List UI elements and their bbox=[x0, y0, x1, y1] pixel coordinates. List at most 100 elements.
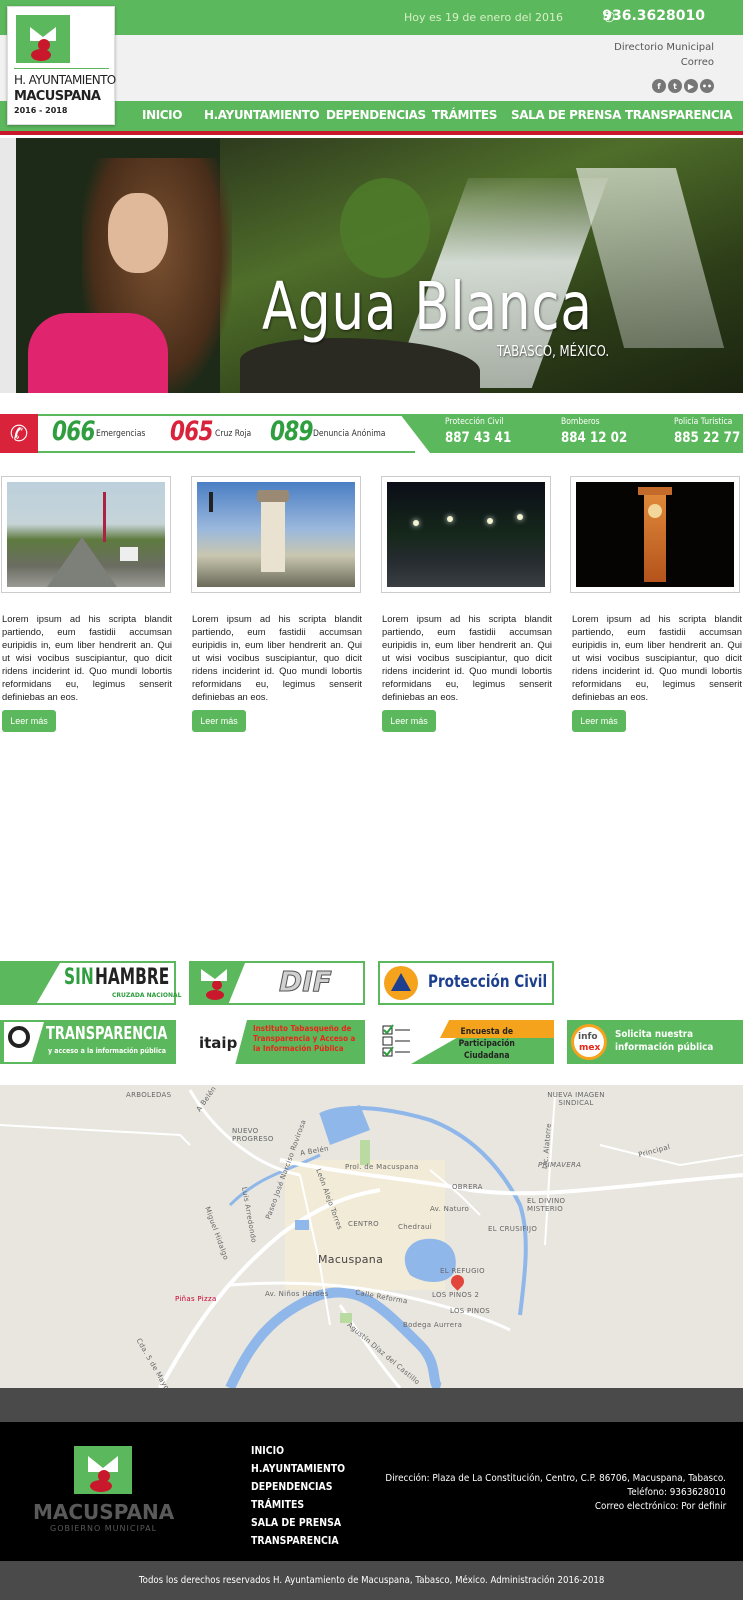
card-image-4[interactable] bbox=[570, 476, 740, 593]
footer-brand-sub: GOBIERNO MUNICIPAL bbox=[50, 1524, 158, 1533]
footer-nav-dependencias[interactable]: DEPENDENCIAS bbox=[251, 1480, 333, 1493]
banner-infomex[interactable]: info mex Solicita nuestra información pú… bbox=[567, 1020, 743, 1064]
map-label-nueva-imagen: NUEVA IMAGEN SINDICAL bbox=[547, 1091, 605, 1107]
nav-transparencia[interactable]: TRANSPARENCIA bbox=[625, 108, 733, 122]
hero-banner[interactable]: Agua Blanca TABASCO, MÉXICO. bbox=[0, 138, 743, 393]
sinhambre-sub: CRUZADA NACIONAL bbox=[112, 992, 182, 999]
site-logo[interactable]: H. AYUNTAMIENTO MACUSPANA 2016 - 2018 bbox=[7, 6, 116, 125]
read-more-button-1[interactable]: Leer más bbox=[2, 710, 56, 732]
map-label-av-naturo: Av. Naturo bbox=[430, 1205, 470, 1213]
nav-ayuntamiento[interactable]: H.AYUNTAMIENTO bbox=[204, 108, 320, 122]
map-label-divino-misterio: EL DIVINO MISTERIO bbox=[527, 1197, 566, 1213]
map-label-chedraui: Chedraui bbox=[398, 1223, 433, 1231]
map-label-obrera: OBRERA bbox=[452, 1183, 483, 1191]
card-text-4: Lorem ipsum ad his scripta blandit parti… bbox=[572, 613, 742, 702]
emergency-numbers-bar: ✆ 066 Emergencias 065 Cruz Roja 089 Denu… bbox=[0, 414, 743, 453]
read-more-button-4[interactable]: Leer más bbox=[572, 710, 626, 732]
flickr-icon[interactable]: •• bbox=[700, 79, 714, 93]
map-label-los-pinos: LOS PINOS bbox=[450, 1307, 491, 1315]
dif-logo-icon bbox=[191, 963, 245, 1003]
footer-email: Correo electrónico: Por definir bbox=[594, 1501, 726, 1512]
service-phone-bomberos[interactable]: 884 12 02 bbox=[561, 430, 627, 446]
header-phone[interactable]: 936.3628010 bbox=[602, 8, 705, 24]
footer-nav-transparencia[interactable]: TRANSPARENCIA bbox=[251, 1534, 339, 1547]
card-text-2: Lorem ipsum ad his scripta blandit parti… bbox=[192, 613, 362, 702]
spoon-fork-icon bbox=[2, 963, 60, 1003]
banner-sin-hambre[interactable]: SIN HAMBRE CRUZADA NACIONAL bbox=[0, 961, 182, 1005]
card-image-2[interactable] bbox=[191, 476, 361, 593]
emergency-number-065[interactable]: 065 bbox=[170, 416, 214, 447]
hero-person-face bbox=[108, 193, 168, 273]
map-label-arboledas: ARBOLEDAS bbox=[126, 1091, 172, 1099]
map-label-el-crusifijo: EL CRUSIFIJO bbox=[488, 1225, 538, 1233]
footer-nav-ayuntamiento[interactable]: H.AYUNTAMIENTO bbox=[251, 1462, 345, 1475]
location-map[interactable]: ARBOLEDAS NUEVA IMAGEN SINDICAL A Belén … bbox=[0, 1085, 743, 1388]
infomex-logo-icon: info mex bbox=[571, 1024, 607, 1060]
facebook-icon[interactable]: f bbox=[652, 79, 666, 93]
banner-encuesta[interactable]: Encuesta de Participación Ciudadana bbox=[378, 1020, 554, 1064]
sinhambre-sin: SIN bbox=[64, 965, 94, 990]
footer-brand: MACUSPANA bbox=[33, 1500, 175, 1524]
service-name-proteccion: Protección Civil bbox=[445, 417, 504, 427]
phone-icon: ✆ bbox=[0, 414, 38, 453]
dif-text: DIF bbox=[279, 965, 333, 999]
infomex-logo-info: info bbox=[578, 1032, 598, 1042]
footer-nav-sala-de-prensa[interactable]: SALA DE PRENSA bbox=[251, 1516, 341, 1529]
transparencia-title: TRANSPARENCIA bbox=[46, 1023, 168, 1044]
infomex-logo-mex: mex bbox=[579, 1043, 601, 1053]
logo-divider bbox=[14, 68, 109, 69]
service-name-policia: Policía Turística bbox=[674, 417, 733, 427]
read-more-button-3[interactable]: Leer más bbox=[382, 710, 436, 732]
card-text-3: Lorem ipsum ad his scripta blandit parti… bbox=[382, 613, 552, 702]
directorio-link[interactable]: Directorio Municipal bbox=[614, 42, 714, 53]
map-label-nuevo-progreso: NUEVO PROGRESO bbox=[232, 1127, 274, 1143]
emergency-number-089[interactable]: 089 bbox=[270, 416, 314, 447]
hero-title: Agua Blanca bbox=[262, 268, 593, 345]
nav-sala-de-prensa[interactable]: SALA DE PRENSA bbox=[511, 108, 621, 122]
copyright-text: Todos los derechos reservados H. Ayuntam… bbox=[138, 1575, 605, 1586]
map-label-av-ninos-heroes: Av. Niños Héroes bbox=[265, 1290, 329, 1298]
logo-line-3: 2016 - 2018 bbox=[14, 106, 68, 115]
banner-dif[interactable]: DIF bbox=[189, 961, 365, 1005]
footer-nav-tramites[interactable]: TRÁMITES bbox=[251, 1498, 304, 1511]
footer-address: Dirección: Plaza de La Constitución, Cen… bbox=[385, 1473, 726, 1484]
emergency-number-066[interactable]: 066 bbox=[52, 416, 96, 447]
service-phone-policia[interactable]: 885 22 77 bbox=[674, 430, 740, 446]
banner-itaip[interactable]: itaip Instituto Tabasqueño de Transparen… bbox=[189, 1020, 365, 1064]
banner-proteccion-civil[interactable]: Protección Civil bbox=[378, 961, 554, 1005]
map-label-bodega-aurrera: Bodega Aurrera bbox=[403, 1321, 463, 1329]
service-name-bomberos: Bomberos bbox=[561, 417, 600, 427]
site-footer: MACUSPANA GOBIERNO MUNICIPAL INICIO H.AY… bbox=[0, 1422, 743, 1561]
current-date: Hoy es 19 de enero del 2016 bbox=[403, 11, 563, 24]
footer-logo-icon bbox=[74, 1446, 132, 1494]
header-accent-line bbox=[0, 131, 743, 135]
card-image-1[interactable] bbox=[1, 476, 171, 593]
map-label-el-refugio: EL REFUGIO bbox=[440, 1267, 485, 1275]
youtube-icon[interactable]: ▶ bbox=[684, 79, 698, 93]
nav-dependencias[interactable]: DEPENDENCIAS bbox=[326, 108, 426, 122]
footer-phone: Teléfono: 9363628010 bbox=[627, 1487, 726, 1498]
map-label-pinas-pizza: Piñas Pizza bbox=[175, 1295, 217, 1303]
card-image-3[interactable] bbox=[381, 476, 551, 593]
service-phone-proteccion[interactable]: 887 43 41 bbox=[445, 430, 511, 446]
itaip-logo: itaip bbox=[199, 1034, 238, 1052]
map-label-los-pinos-2: LOS PINOS 2 bbox=[432, 1291, 480, 1299]
logo-mark-icon bbox=[16, 15, 70, 63]
sinhambre-hambre: HAMBRE bbox=[95, 965, 170, 990]
map-label-prol-macuspana: Prol. de Macuspana bbox=[345, 1163, 419, 1171]
proteccion-civil-text: Protección Civil bbox=[428, 972, 548, 992]
itaip-text: Instituto Tabasqueño de Transparencia y … bbox=[253, 1024, 356, 1053]
read-more-button-2[interactable]: Leer más bbox=[192, 710, 246, 732]
proteccion-civil-icon bbox=[384, 966, 418, 1000]
correo-link[interactable]: Correo bbox=[681, 57, 714, 68]
emergency-label-065: Cruz Roja bbox=[215, 429, 252, 439]
hero-moss bbox=[340, 178, 430, 278]
twitter-icon[interactable]: t bbox=[668, 79, 682, 93]
footer-nav-inicio[interactable]: INICIO bbox=[251, 1444, 284, 1457]
copyright-bar: Todos los derechos reservados H. Ayuntam… bbox=[0, 1561, 743, 1600]
nav-inicio[interactable]: INICIO bbox=[142, 108, 182, 122]
hero-wall bbox=[0, 138, 16, 393]
banner-transparencia[interactable]: TRANSPARENCIA y acceso a la información … bbox=[0, 1020, 176, 1064]
nav-tramites[interactable]: TRÁMITES bbox=[432, 108, 497, 122]
hero-person-shirt bbox=[28, 313, 168, 393]
